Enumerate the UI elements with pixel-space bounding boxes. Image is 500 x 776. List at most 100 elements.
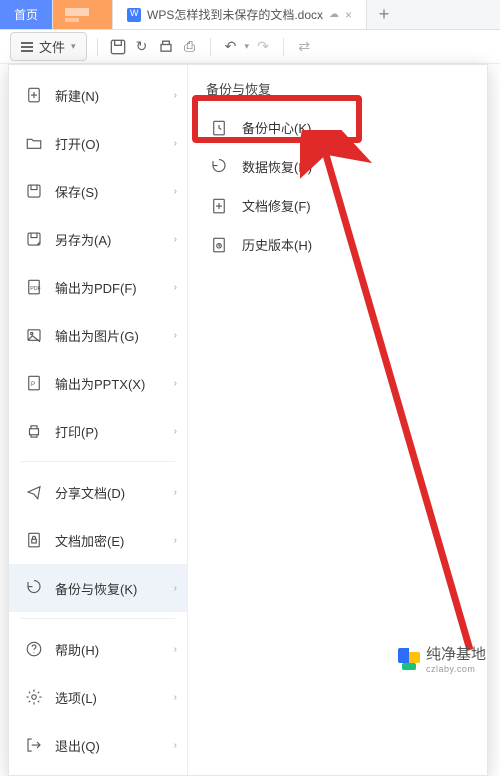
svg-text:PDF: PDF bbox=[30, 286, 41, 292]
new-icon bbox=[25, 86, 43, 104]
watermark-logo-icon bbox=[398, 648, 420, 670]
data-recover-icon bbox=[210, 158, 228, 176]
separator bbox=[210, 38, 211, 56]
menu-item-label: 帮助(H) bbox=[55, 640, 99, 659]
chevron-right-icon: › bbox=[174, 692, 177, 703]
undo-caret-icon[interactable]: ▾ bbox=[245, 41, 250, 52]
undo-print-icon[interactable]: ↻ bbox=[132, 37, 152, 57]
export-pdf-icon: PDF bbox=[25, 278, 43, 296]
chevron-right-icon: › bbox=[174, 234, 177, 245]
chevron-right-icon: › bbox=[174, 426, 177, 437]
word-doc-icon bbox=[127, 8, 141, 22]
chevron-right-icon: › bbox=[174, 138, 177, 149]
doc-repair-icon bbox=[210, 197, 228, 215]
print-icon[interactable] bbox=[156, 37, 176, 57]
menu-divider bbox=[21, 461, 175, 462]
menu-item-label: 另存为(A) bbox=[55, 230, 111, 249]
menu-item-label: 备份与恢复(K) bbox=[55, 579, 137, 598]
file-menu-button[interactable]: 文件 ▾ bbox=[10, 32, 87, 61]
tab-home-label: 首页 bbox=[14, 6, 38, 23]
chevron-right-icon: › bbox=[174, 487, 177, 498]
tab-close-icon[interactable]: × bbox=[345, 8, 352, 22]
undo-icon[interactable]: ↶ bbox=[221, 37, 241, 57]
tab-document[interactable]: WPS怎样找到未保存的文档.docx ☁ × bbox=[113, 0, 367, 29]
encrypt-icon bbox=[25, 531, 43, 549]
tab-add-button[interactable]: + bbox=[367, 0, 401, 29]
tab-home[interactable]: 首页 bbox=[0, 0, 53, 29]
watermark-text: 纯净基地 bbox=[426, 646, 486, 663]
chevron-right-icon: › bbox=[174, 90, 177, 101]
menu-item-label: 打开(O) bbox=[55, 134, 100, 153]
menu-item-help[interactable]: 帮助(H) › bbox=[9, 625, 187, 673]
backup-center-icon bbox=[210, 119, 228, 137]
share-icon bbox=[25, 483, 43, 501]
tab-doc-title: WPS怎样找到未保存的文档.docx bbox=[147, 6, 323, 23]
menu-item-label: 退出(Q) bbox=[55, 736, 100, 755]
watermark-sub: czlaby.com bbox=[426, 664, 486, 674]
chevron-right-icon: › bbox=[174, 330, 177, 341]
options-icon bbox=[25, 688, 43, 706]
menu-item-print[interactable]: 打印(P)› bbox=[9, 407, 187, 455]
chevron-right-icon: › bbox=[174, 186, 177, 197]
menu-item-backup-restore[interactable]: 备份与恢复(K) › bbox=[9, 564, 187, 612]
exit-icon bbox=[25, 736, 43, 754]
submenu-item-doc-repair[interactable]: 文档修复(F) bbox=[188, 186, 487, 225]
chevron-right-icon: › bbox=[174, 378, 177, 389]
submenu-item-label: 历史版本(H) bbox=[242, 235, 312, 254]
menu-item-label: 输出为图片(G) bbox=[55, 326, 139, 345]
menu-item-options[interactable]: 选项(L) › bbox=[9, 673, 187, 721]
separator bbox=[283, 38, 284, 56]
menu-item-open[interactable]: 打开(O) › bbox=[9, 119, 187, 167]
menu-item-label: 新建(N) bbox=[55, 86, 99, 105]
svg-text:P: P bbox=[31, 382, 35, 388]
hamburger-icon bbox=[21, 42, 33, 52]
menu-item-new[interactable]: 新建(N) › bbox=[9, 71, 187, 119]
separator bbox=[97, 38, 98, 56]
menu-item-label: 选项(L) bbox=[55, 688, 97, 707]
submenu-item-label: 备份中心(K)... bbox=[242, 118, 322, 137]
menu-item-save[interactable]: 保存(S)› bbox=[9, 167, 187, 215]
menu-item-share[interactable]: 分享文档(D)› bbox=[9, 468, 187, 516]
menu-item-export-image[interactable]: 输出为图片(G) › bbox=[9, 311, 187, 359]
watermark: 纯净基地 czlaby.com bbox=[398, 643, 486, 674]
chevron-down-icon: ▾ bbox=[71, 41, 76, 52]
export-pptx-icon: P bbox=[25, 374, 43, 392]
menu-item-export-pdf[interactable]: PDF 输出为PDF(F) › bbox=[9, 263, 187, 311]
chevron-right-icon: › bbox=[174, 535, 177, 546]
menu-item-save-as[interactable]: 另存为(A) › bbox=[9, 215, 187, 263]
file-menu-primary: 新建(N)›打开(O)›保存(S)›另存为(A)›PDF输出为PDF(F)›输出… bbox=[9, 65, 187, 775]
chevron-right-icon: › bbox=[174, 644, 177, 655]
submenu-item-backup-center[interactable]: 备份中心(K)... bbox=[188, 108, 487, 147]
submenu-item-history[interactable]: 历史版本(H) bbox=[188, 225, 487, 264]
backup-restore-icon bbox=[25, 579, 43, 597]
menu-divider bbox=[21, 618, 175, 619]
menu-item-encrypt[interactable]: 文档加密(E) › bbox=[9, 516, 187, 564]
cloud-sync-icon: ☁ bbox=[329, 9, 339, 20]
format-painter-icon[interactable]: ⇄ bbox=[294, 37, 314, 57]
menu-item-label: 文档加密(E) bbox=[55, 531, 124, 550]
chevron-right-icon: › bbox=[174, 583, 177, 594]
tab-unnamed[interactable] bbox=[53, 0, 113, 29]
toolbar: 文件 ▾ ↻ ⎙ ↶ ▾ ↷ ⇄ bbox=[0, 30, 500, 64]
submenu-item-label: 文档修复(F) bbox=[242, 196, 311, 215]
tab-strip: 首页 WPS怎样找到未保存的文档.docx ☁ × + bbox=[0, 0, 500, 30]
history-icon bbox=[210, 236, 228, 254]
print-preview-icon[interactable]: ⎙ bbox=[180, 37, 200, 57]
save-icon bbox=[25, 182, 43, 200]
export-image-icon bbox=[25, 326, 43, 344]
plus-icon: + bbox=[379, 4, 390, 25]
chevron-right-icon: › bbox=[174, 740, 177, 751]
submenu-item-data-recover[interactable]: 数据恢复(R) bbox=[188, 147, 487, 186]
print-icon bbox=[25, 422, 43, 440]
menu-item-label: 输出为PPTX(X) bbox=[55, 374, 145, 393]
save-icon[interactable] bbox=[108, 37, 128, 57]
save-as-icon bbox=[25, 230, 43, 248]
help-icon bbox=[25, 640, 43, 658]
redo-icon[interactable]: ↷ bbox=[253, 37, 273, 57]
menu-item-label: 输出为PDF(F) bbox=[55, 278, 137, 297]
menu-item-exit[interactable]: 退出(Q) › bbox=[9, 721, 187, 769]
submenu-title: 备份与恢复 bbox=[188, 75, 487, 108]
file-button-label: 文件 bbox=[39, 37, 65, 56]
menu-item-export-pptx[interactable]: P 输出为PPTX(X) › bbox=[9, 359, 187, 407]
chevron-right-icon: › bbox=[174, 282, 177, 293]
